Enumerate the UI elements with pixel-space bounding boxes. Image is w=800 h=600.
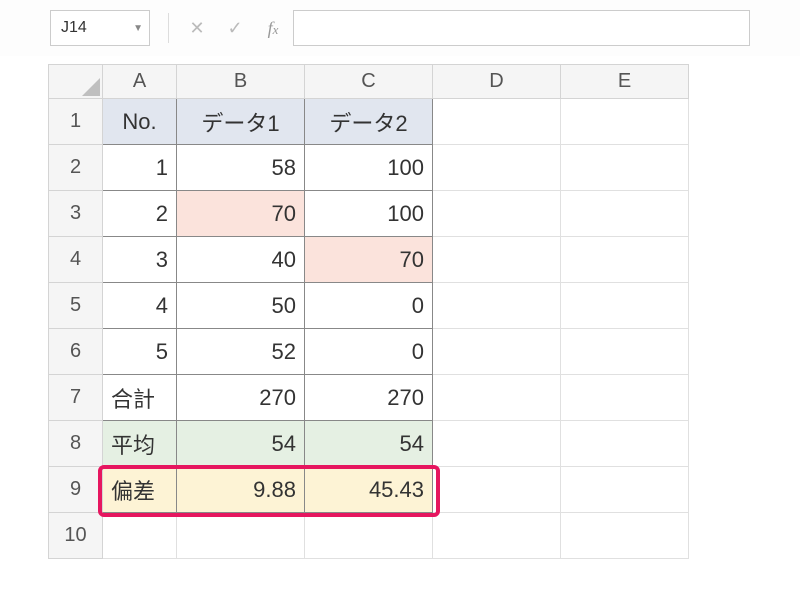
cancel-icon[interactable]: ✕ [187,18,207,39]
cell[interactable] [561,329,689,375]
table-row: 6 5 52 0 [49,329,689,375]
cell[interactable]: 270 [177,375,305,421]
row-header[interactable]: 6 [49,329,103,375]
cell[interactable]: 40 [177,237,305,283]
cell[interactable]: 1 [103,145,177,191]
cell[interactable] [177,513,305,559]
cell[interactable] [433,237,561,283]
cell[interactable] [433,513,561,559]
chevron-down-icon[interactable]: ▼ [133,23,143,34]
cell[interactable]: 2 [103,191,177,237]
select-all-corner[interactable] [49,65,103,99]
col-header-d[interactable]: D [433,65,561,99]
cell[interactable]: 45.43 [305,467,433,513]
cell[interactable] [561,191,689,237]
cell[interactable] [561,145,689,191]
table-row: 2 1 58 100 [49,145,689,191]
cell[interactable] [561,99,689,145]
table-row: 7 合計 270 270 [49,375,689,421]
cell[interactable] [561,283,689,329]
cell[interactable] [433,329,561,375]
cell[interactable]: 58 [177,145,305,191]
cell[interactable]: 9.88 [177,467,305,513]
col-header-b[interactable]: B [177,65,305,99]
cell[interactable] [305,513,433,559]
formula-input[interactable] [293,10,750,46]
cell[interactable] [433,421,561,467]
formula-bar: J14 ▼ ✕ ✓ fx [0,0,800,56]
cell[interactable] [561,467,689,513]
enter-icon[interactable]: ✓ [225,18,245,39]
cell[interactable]: 5 [103,329,177,375]
row-header[interactable]: 5 [49,283,103,329]
table-row: 5 4 50 0 [49,283,689,329]
cell[interactable]: 50 [177,283,305,329]
cell[interactable]: 52 [177,329,305,375]
cell[interactable] [561,421,689,467]
cell[interactable] [433,99,561,145]
cell[interactable]: 100 [305,191,433,237]
cell[interactable] [433,191,561,237]
formula-bar-icons: ✕ ✓ fx [187,18,283,39]
cell[interactable] [433,145,561,191]
cell[interactable]: No. [103,99,177,145]
fx-icon[interactable]: fx [263,18,283,39]
col-header-c[interactable]: C [305,65,433,99]
cell[interactable]: データ1 [177,99,305,145]
cell[interactable]: 偏差 [103,467,177,513]
cell[interactable]: 100 [305,145,433,191]
cell[interactable]: 平均 [103,421,177,467]
cell[interactable]: 0 [305,283,433,329]
cell[interactable] [433,375,561,421]
cell[interactable]: データ2 [305,99,433,145]
cell[interactable]: 70 [177,191,305,237]
cell[interactable]: 合計 [103,375,177,421]
table-row: 8 平均 54 54 [49,421,689,467]
cell[interactable] [561,237,689,283]
cell[interactable] [433,283,561,329]
row-header[interactable]: 1 [49,99,103,145]
col-header-e[interactable]: E [561,65,689,99]
cell[interactable]: 70 [305,237,433,283]
table-row: 9 偏差 9.88 45.43 [49,467,689,513]
cell[interactable]: 0 [305,329,433,375]
cell[interactable] [433,467,561,513]
table-row: 4 3 40 70 [49,237,689,283]
cell[interactable]: 54 [305,421,433,467]
cell[interactable] [561,513,689,559]
cell[interactable]: 3 [103,237,177,283]
cell[interactable] [103,513,177,559]
cell[interactable]: 270 [305,375,433,421]
row-header[interactable]: 8 [49,421,103,467]
row-header[interactable]: 9 [49,467,103,513]
table-row: 1 No. データ1 データ2 [49,99,689,145]
grid[interactable]: A B C D E 1 No. データ1 データ2 2 1 58 100 3 2… [48,64,689,559]
cell[interactable] [561,375,689,421]
name-box[interactable]: J14 ▼ [50,10,150,46]
row-header[interactable]: 10 [49,513,103,559]
row-header[interactable]: 4 [49,237,103,283]
cell[interactable]: 54 [177,421,305,467]
table-row: 10 [49,513,689,559]
row-header[interactable]: 2 [49,145,103,191]
spreadsheet: A B C D E 1 No. データ1 データ2 2 1 58 100 3 2… [48,64,800,559]
row-header[interactable]: 7 [49,375,103,421]
table-row: 3 2 70 100 [49,191,689,237]
cell[interactable]: 4 [103,283,177,329]
row-header[interactable]: 3 [49,191,103,237]
divider [168,13,169,43]
name-box-value: J14 [61,19,87,37]
col-header-a[interactable]: A [103,65,177,99]
